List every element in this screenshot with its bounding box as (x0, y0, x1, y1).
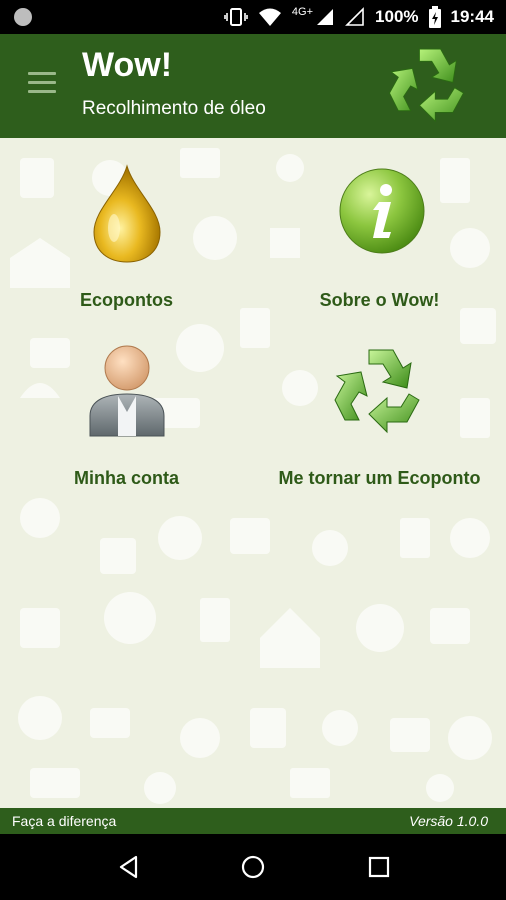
menu-item-tornar-ecoponto[interactable]: Me tornar um Ecoponto (253, 338, 506, 518)
app-subtitle: Recolhimento de óleo (82, 98, 266, 119)
app-bar: Wow! Recolhimento de óleo (0, 34, 506, 138)
network-type: 4G+ (291, 6, 314, 18)
clock: 19:44 (450, 7, 494, 26)
home-icon[interactable] (240, 854, 266, 880)
battery-percent: 100% (375, 7, 419, 26)
app-title: Wow! (82, 46, 173, 84)
recents-icon[interactable] (366, 854, 392, 880)
footer-version: Versão 1.0.0 (409, 813, 488, 829)
info-icon (339, 168, 425, 254)
oil-drop-icon (93, 164, 161, 263)
menu-item-label: Ecopontos (80, 290, 173, 310)
hamburger-menu-icon[interactable] (28, 72, 56, 93)
system-nav-bar (0, 834, 506, 900)
battery-charging-icon (428, 6, 441, 28)
back-icon[interactable] (116, 854, 142, 880)
recycle-icon (334, 349, 420, 434)
vibrate-icon (224, 8, 248, 26)
menu-item-label: Minha conta (73, 468, 179, 488)
menu-item-sobre[interactable]: Sobre o Wow! (253, 158, 506, 338)
menu-item-minha-conta[interactable]: Minha conta (0, 338, 253, 518)
main-content: Ecopontos Sobre o Wow! Minha conta Me to… (0, 138, 506, 808)
signal-icon (317, 9, 334, 25)
user-icon (89, 345, 165, 437)
status-bar: 4G+ 100% 19:44 (0, 0, 506, 34)
wifi-icon (258, 8, 281, 26)
menu-item-ecopontos[interactable]: Ecopontos (0, 158, 253, 338)
notification-dot-icon (14, 8, 32, 26)
menu-item-label: Me tornar um Ecoponto (278, 468, 481, 488)
status-indicators: 4G+ 100% 19:44 (224, 0, 494, 34)
footer-slogan: Faça a diferença (12, 813, 117, 829)
menu-item-label: Sobre o Wow! (319, 290, 440, 310)
recycle-logo-icon (389, 48, 465, 123)
footer: Faça a diferença Versão 1.0.0 (0, 808, 506, 834)
signal-empty-icon (345, 7, 364, 26)
